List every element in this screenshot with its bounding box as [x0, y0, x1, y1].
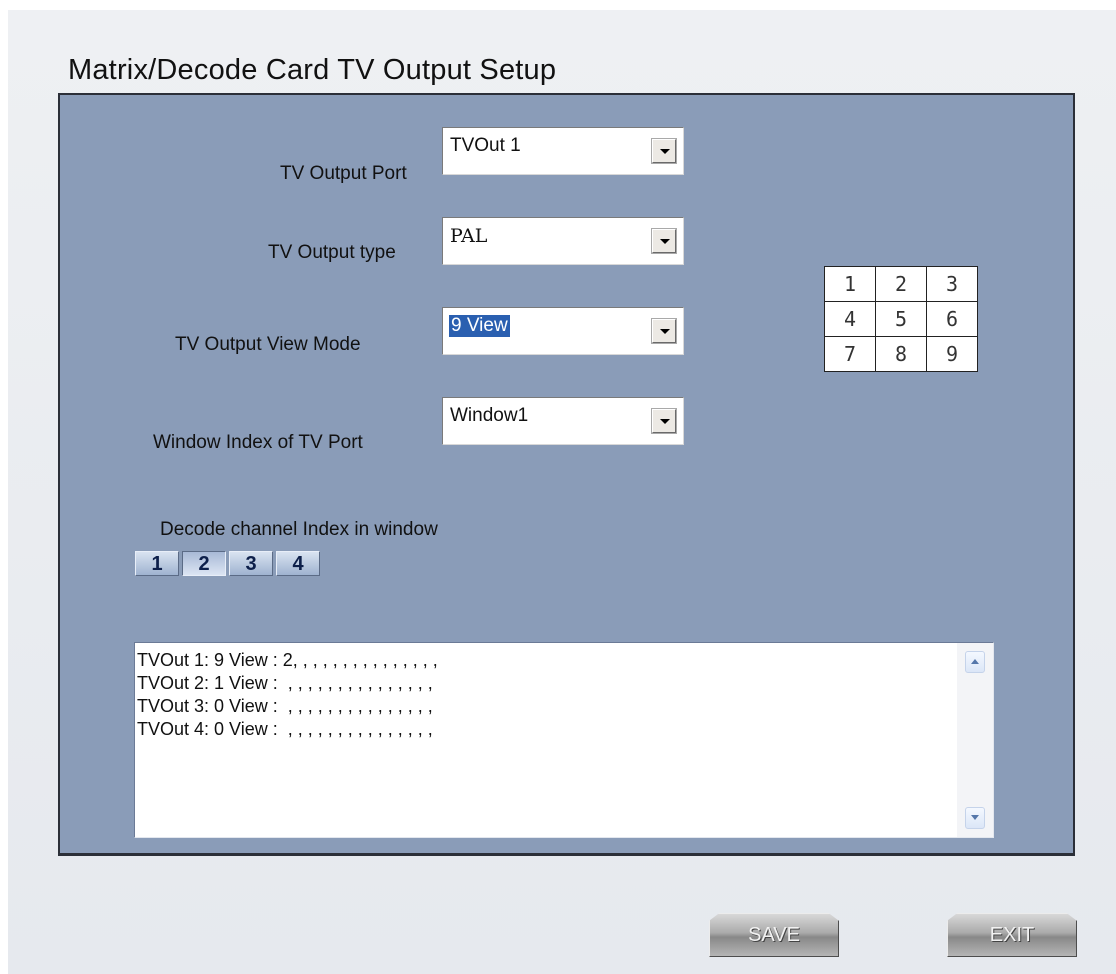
vertical-scrollbar[interactable]	[957, 643, 993, 837]
view-cell: 8	[875, 336, 927, 372]
list-item: TVOut 4: 0 View : , , , , , , , , , , , …	[137, 719, 433, 739]
output-summary-list[interactable]: TVOut 1: 9 View : 2, , , , , , , , , , ,…	[134, 642, 994, 838]
window-index-select[interactable]: Window1	[442, 397, 684, 445]
page-title: Matrix/Decode Card TV Output Setup	[68, 54, 557, 86]
view-cell: 4	[824, 301, 876, 337]
decode-channel-buttons: 1 2 3 4	[135, 551, 323, 577]
scroll-up-icon[interactable]	[965, 651, 985, 673]
window-index-label: Window Index of TV Port	[153, 432, 363, 453]
tv-output-port-label: TV Output Port	[280, 163, 407, 184]
view-cell: 6	[926, 301, 978, 337]
chevron-down-icon[interactable]	[651, 408, 677, 434]
tv-output-port-value: TVOut 1	[450, 135, 521, 156]
tv-output-view-mode-label: TV Output View Mode	[175, 334, 361, 355]
list-item: TVOut 1: 9 View : 2, , , , , , , , , , ,…	[137, 650, 438, 670]
tv-output-view-mode-value: 9 View	[449, 315, 510, 337]
tv-output-type-label: TV Output type	[268, 242, 396, 263]
tv-output-type-select[interactable]: PAL	[442, 217, 684, 265]
tv-output-type-value: PAL	[450, 225, 488, 247]
exit-button[interactable]: EXIT	[947, 913, 1077, 957]
decode-channel-label: Decode channel Index in window	[160, 519, 438, 540]
tv-output-port-select[interactable]: TVOut 1	[442, 127, 684, 175]
chevron-down-icon[interactable]	[651, 228, 677, 254]
view-cell: 5	[875, 301, 927, 337]
chevron-down-icon[interactable]	[651, 138, 677, 164]
decode-channel-button-4[interactable]: 4	[276, 551, 320, 576]
tv-output-view-mode-select[interactable]: 9 View	[442, 307, 684, 355]
decode-channel-button-2[interactable]: 2	[182, 551, 226, 576]
view-cell: 3	[926, 266, 978, 302]
chevron-down-icon[interactable]	[651, 318, 677, 344]
save-button[interactable]: SAVE	[709, 913, 839, 957]
view-cell: 1	[824, 266, 876, 302]
decode-channel-button-1[interactable]: 1	[135, 551, 179, 576]
list-item: TVOut 2: 1 View : , , , , , , , , , , , …	[137, 673, 433, 693]
view-cell: 7	[824, 336, 876, 372]
scroll-down-icon[interactable]	[965, 807, 985, 829]
view-layout-grid: 1 2 3 4 5 6 7 8 9	[824, 266, 978, 372]
list-item: TVOut 3: 0 View : , , , , , , , , , , , …	[137, 696, 433, 716]
window-index-value: Window1	[450, 405, 529, 426]
view-cell: 2	[875, 266, 927, 302]
view-cell: 9	[926, 336, 978, 372]
output-summary-lines: TVOut 1: 9 View : 2, , , , , , , , , , ,…	[137, 649, 438, 741]
decode-channel-button-3[interactable]: 3	[229, 551, 273, 576]
